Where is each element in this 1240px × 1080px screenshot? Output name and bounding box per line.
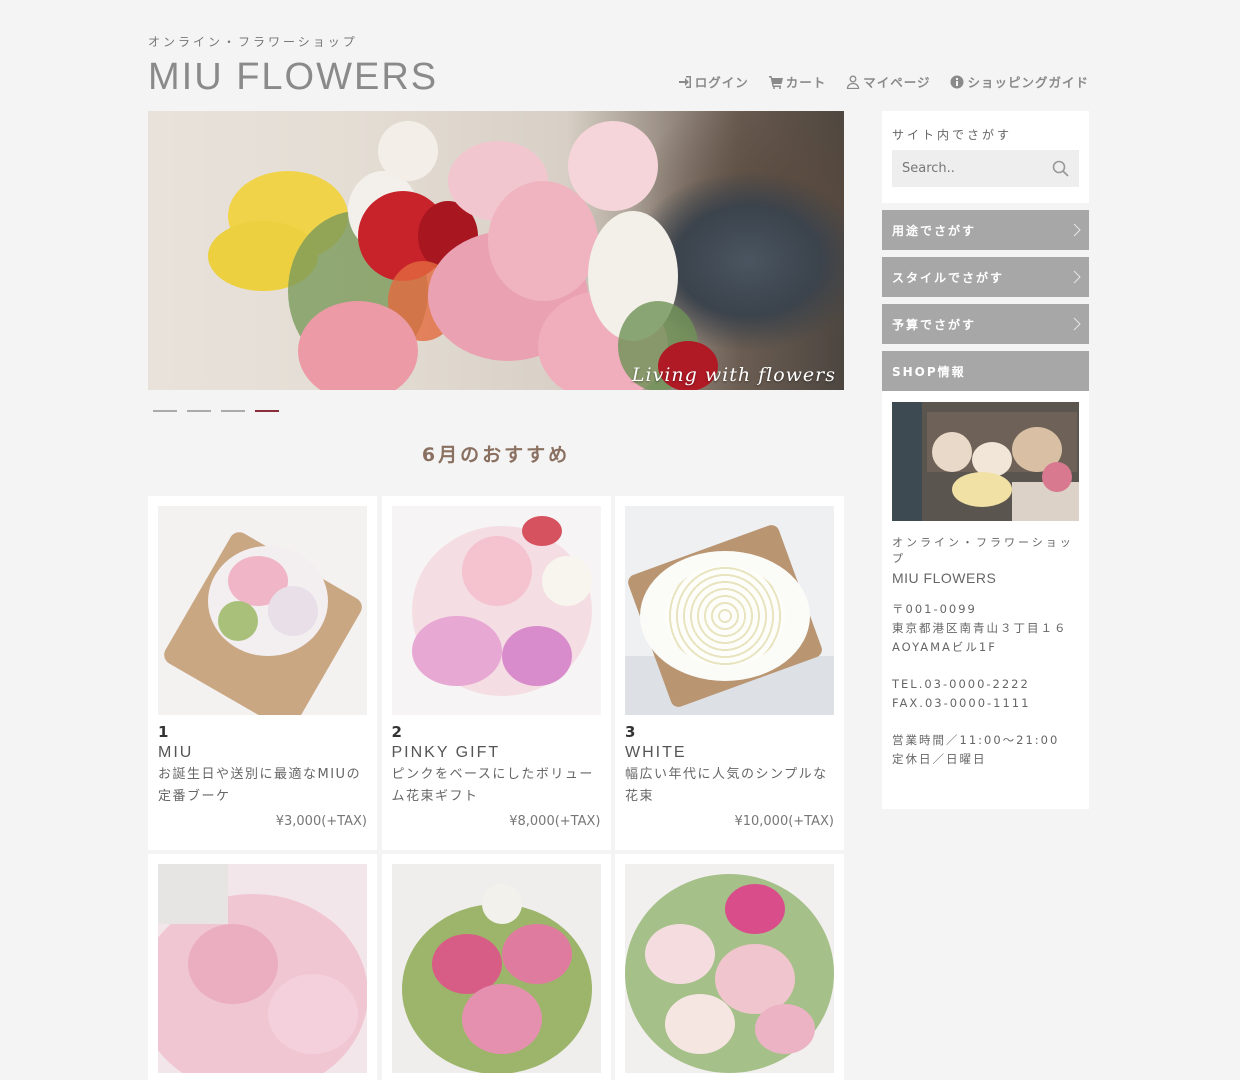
product-name[interactable]: MIU [158,744,367,762]
product-image[interactable] [391,506,601,715]
nav-cart[interactable]: カート [768,72,827,91]
product-price: ¥10,000(+TAX) [734,814,834,829]
chevron-right-icon [1073,270,1081,284]
product-card[interactable] [615,854,844,1080]
login-icon [678,75,691,88]
shop-tagline: オンライン・フラワーショップ [892,536,1074,565]
menu-by-style[interactable]: スタイルでさがす [882,257,1089,297]
shop-name: MIU FLOWERS [892,570,997,586]
chevron-right-icon [1073,223,1081,237]
nav-mypage[interactable]: マイページ [846,72,930,91]
slider-dots [153,410,279,412]
product-card[interactable] [148,854,377,1080]
section-title: 6月のおすすめ [421,444,571,466]
site-tagline: オンライン・フラワーショップ [148,35,358,49]
product-card[interactable]: 3 WHITE 幅広い年代に人気のシンプルな花束 ¥10,000(+TAX) [615,496,844,850]
search-icon[interactable] [1052,160,1069,177]
product-image[interactable] [391,864,601,1073]
nav-login-label: ログイン [694,75,749,90]
product-rank: 2 [391,723,402,741]
menu-by-style-label: スタイルでさがす [892,270,1005,285]
product-name[interactable]: PINKY GIFT [392,744,601,762]
product-card[interactable]: 1 MIU お誕生日や送別に最適なMIUの定番ブーケ ¥3,000(+TAX) [148,496,377,850]
page-wrapper: オンライン・フラワーショップ MIU FLOWERS ログイン カート マイペー… [148,0,1089,1080]
product-rank: 1 [158,723,169,741]
product-description: ピンクをベースにしたボリューム花束ギフト [391,767,594,804]
product-description: 幅広い年代に人気のシンプルな花束 [625,767,828,804]
sidebar: サイト内でさがす 用途でさがす スタイルでさがす 予算でさがす SHOP情報 [882,111,1089,809]
slider-dot[interactable] [153,410,177,412]
shop-address: 〒001-0099 東京都港区南青山３丁目１６ AOYAMAビル1F [892,602,1068,654]
slider-dot-active[interactable] [255,410,279,412]
info-icon [950,75,964,88]
product-image[interactable] [158,506,367,715]
product-card[interactable] [381,854,611,1080]
menu-by-purpose[interactable]: 用途でさがす [882,210,1089,250]
hero-slide-image[interactable]: Living with flowers [148,111,844,390]
cart-icon [768,75,783,89]
product-rank: 3 [625,723,636,741]
nav-mypage-label: マイページ [863,75,931,90]
shop-info-panel: オンライン・フラワーショップ MIU FLOWERS 〒001-0099 東京都… [882,391,1089,809]
product-grid: 1 MIU お誕生日や送別に最適なMIUの定番ブーケ ¥3,000(+TAX) … [148,496,844,1080]
product-price: ¥8,000(+TAX) [509,814,601,829]
search-panel: サイト内でさがす [882,111,1089,203]
hero-caption: Living with flowers [631,364,836,386]
site-logo[interactable]: MIU FLOWERS [148,56,438,99]
shop-hours: 営業時間／11:00〜21:00 定休日／日曜日 [892,733,1060,766]
search-field[interactable] [892,150,1079,187]
product-image[interactable] [158,864,367,1073]
menu-by-budget[interactable]: 予算でさがす [882,304,1089,344]
menu-by-purpose-label: 用途でさがす [892,223,977,238]
slider-dot[interactable] [221,410,245,412]
chevron-right-icon [1073,317,1081,331]
product-price: ¥3,000(+TAX) [275,814,367,829]
search-label: サイト内でさがす [892,128,1013,142]
header-nav: ログイン カート マイページ ショッピングガイド [678,72,1089,91]
product-card[interactable]: 2 PINKY GIFT ピンクをベースにしたボリューム花束ギフト ¥8,000… [381,496,611,850]
shop-photo [892,402,1079,521]
nav-guide[interactable]: ショッピングガイド [950,72,1089,91]
product-image[interactable] [625,506,834,715]
shop-contact: TEL.03-0000-2222 FAX.03-0000-1111 [892,677,1031,710]
nav-login[interactable]: ログイン [678,72,749,91]
product-image[interactable] [625,864,834,1073]
slider-dot[interactable] [187,410,211,412]
nav-guide-label: ショッピングガイド [967,75,1089,90]
nav-cart-label: カート [785,75,827,90]
search-input[interactable] [902,161,1052,176]
product-name[interactable]: WHITE [625,744,834,762]
menu-by-budget-label: 予算でさがす [892,317,977,332]
user-icon [847,75,860,89]
product-description: お誕生日や送別に最適なMIUの定番ブーケ [158,767,362,804]
shop-info-heading: SHOP情報 [882,351,1089,391]
